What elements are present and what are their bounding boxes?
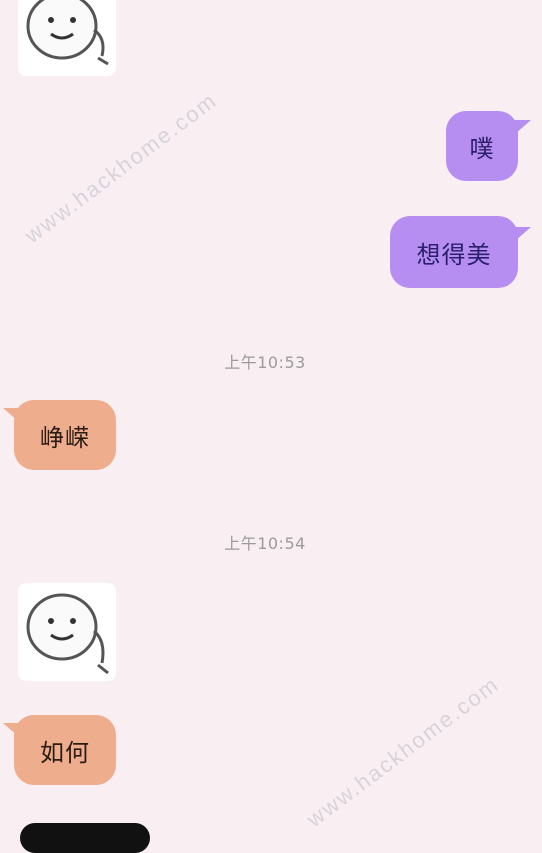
message-text: 峥嵘	[40, 423, 90, 452]
bubble-tail	[515, 227, 531, 241]
smiley-face-icon	[26, 593, 109, 675]
smiley-face-icon	[26, 0, 109, 66]
watermark-text: www.hackhome.com	[302, 671, 504, 832]
watermark-text: www.hackhome.com	[20, 87, 222, 248]
chat-thread: 噗 想得美 上午10:53 峥嵘 上午10:54 如何 www.hackhome…	[0, 0, 542, 853]
message-text: 噗	[469, 134, 495, 163]
message-timestamp: 上午10:53	[224, 353, 306, 372]
message-bubble-received[interactable]: 峥嵘	[14, 400, 116, 470]
sticker-partial-bottom[interactable]	[20, 823, 150, 853]
message-text: 如何	[40, 738, 90, 767]
message-bubble-sent[interactable]: 想得美	[390, 216, 518, 288]
message-text: 想得美	[416, 240, 492, 269]
message-bubble-received[interactable]: 如何	[14, 715, 116, 785]
sticker-smiley-top[interactable]	[18, 0, 116, 76]
message-bubble-sent[interactable]: 噗	[446, 111, 518, 181]
message-timestamp: 上午10:54	[224, 534, 306, 553]
bubble-tail	[515, 120, 531, 134]
sticker-smiley[interactable]	[18, 583, 116, 681]
